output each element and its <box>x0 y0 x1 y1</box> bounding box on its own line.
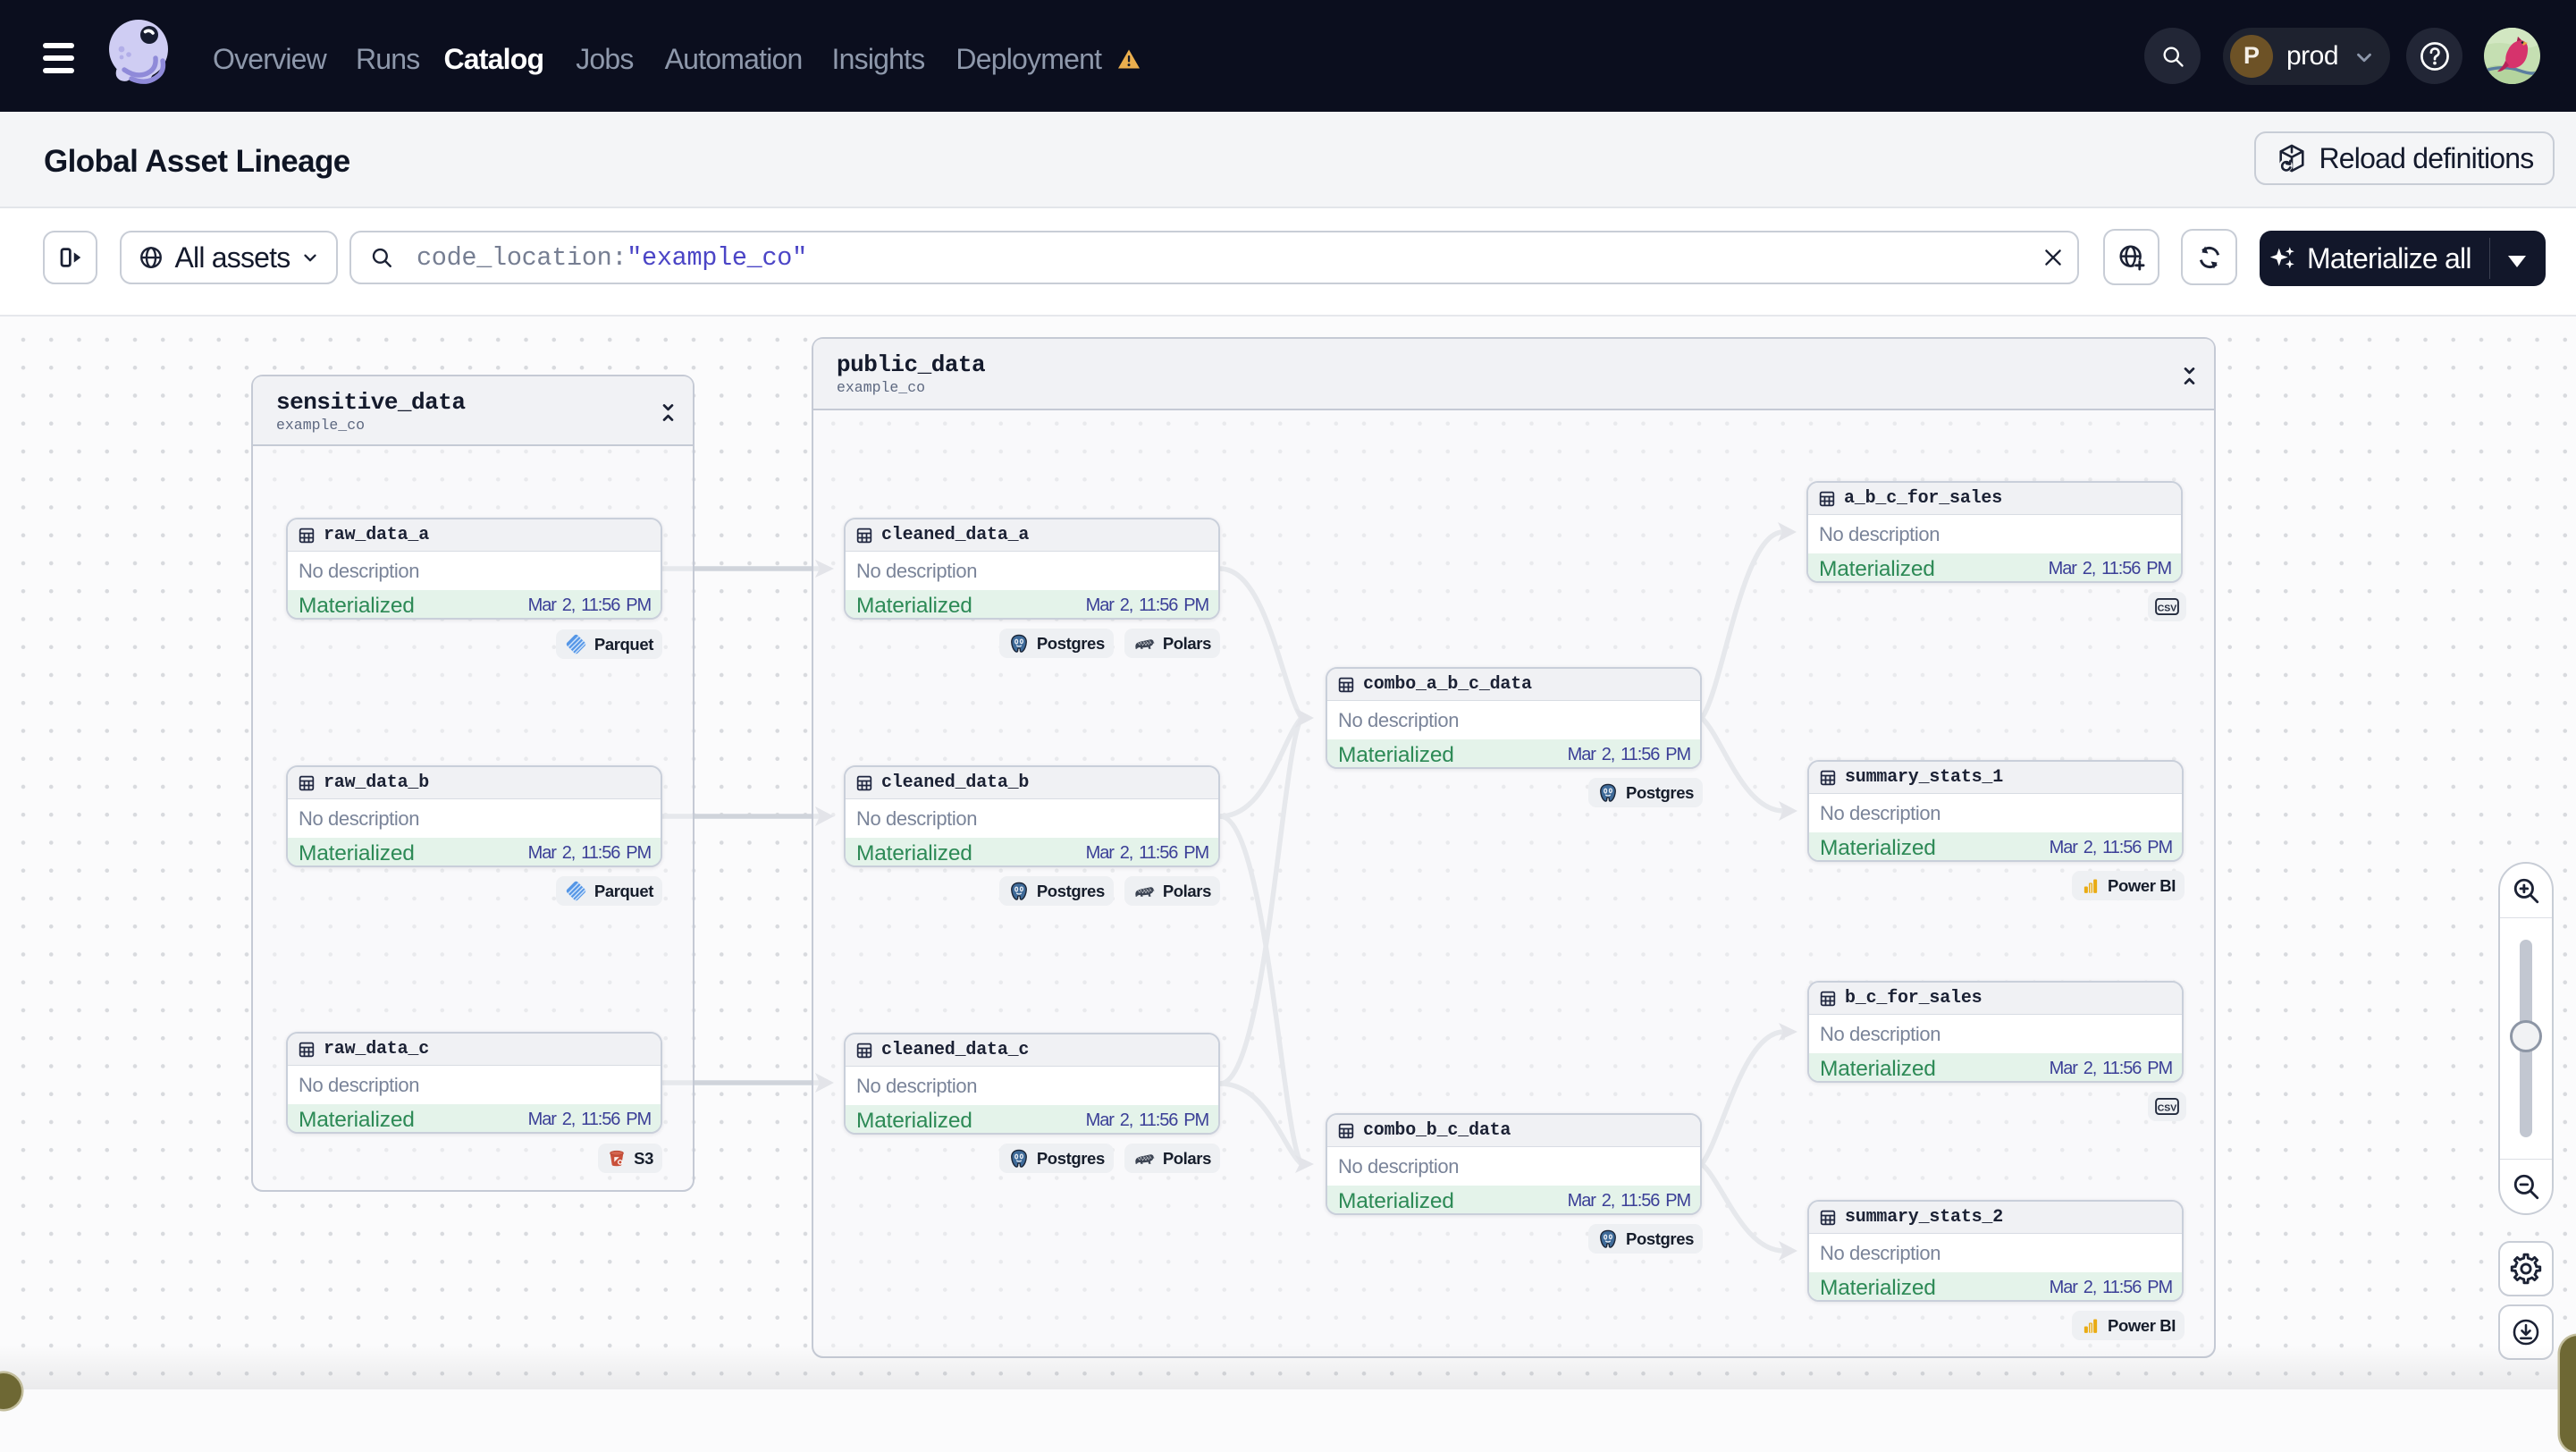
svg-text:CSV: CSV <box>2158 1102 2177 1113</box>
svg-text:CSV: CSV <box>2158 603 2177 613</box>
